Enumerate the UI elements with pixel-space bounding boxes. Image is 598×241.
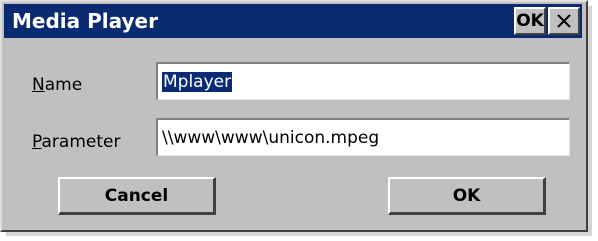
parameter-field[interactable]: \\www\www\unicon.mpeg — [156, 118, 570, 156]
parameter-label-accelerator: P — [32, 132, 42, 152]
parameter-label: Parameter — [32, 132, 120, 152]
name-field[interactable]: Mplayer — [156, 62, 570, 100]
title-ok-label: OK — [516, 11, 544, 31]
close-button[interactable] — [548, 7, 580, 35]
title-ok-button[interactable]: OK — [514, 7, 546, 35]
parameter-label-text: arameter — [41, 132, 121, 152]
ok-button-label: OK — [452, 185, 481, 206]
parameter-field-value: \\www\www\unicon.mpeg — [162, 128, 380, 148]
ok-button[interactable]: OK — [388, 177, 546, 215]
cancel-button-label: Cancel — [104, 185, 169, 206]
window-shadow-bottom — [6, 232, 592, 236]
name-label-text: ame — [44, 75, 83, 95]
close-icon — [557, 14, 571, 28]
cancel-button[interactable]: Cancel — [58, 177, 216, 215]
name-field-value-wrap: Mplayer — [162, 70, 233, 94]
dialog-title: Media Player — [12, 9, 158, 33]
window-shadow-right — [588, 6, 592, 232]
name-label-accelerator: N — [32, 75, 45, 95]
name-field-value: Mplayer — [162, 72, 233, 92]
name-label: Name — [32, 75, 82, 95]
title-bar: Media Player OK — [4, 4, 582, 38]
